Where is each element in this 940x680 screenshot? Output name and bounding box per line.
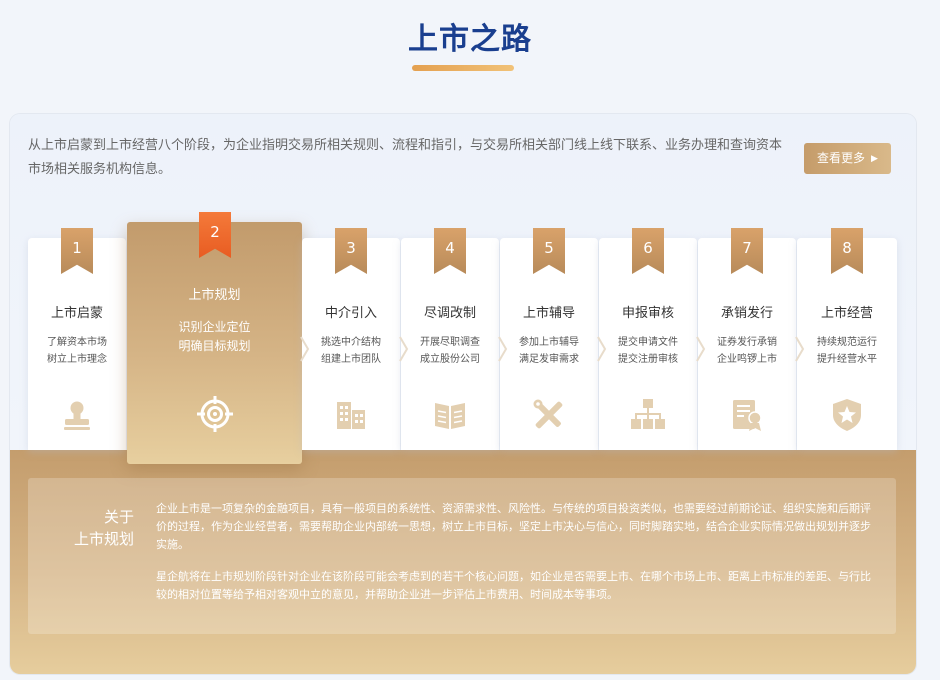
about-paragraph: 星企航将在上市规划阶段针对企业在该阶段可能会考虑到的若干个核心问题，如企业是否需… — [156, 570, 871, 601]
step-card-2-active[interactable]: 2 上市规划 识别企业定位 明确目标规划 — [127, 212, 302, 464]
step-desc-line: 挑选中介结构 — [321, 337, 381, 348]
step-card-7[interactable]: 7 承销发行 证券发行承销 企业鸣锣上市 — [696, 228, 796, 450]
step-desc: 识别企业定位 明确目标规划 — [127, 318, 302, 356]
about-text: 企业上市是一项复杂的金融项目，具有一般项目的系统性、资源需求性、风险性。与传统的… — [156, 500, 876, 618]
step-number-badge: 2 — [199, 212, 231, 258]
about-paragraph: 企业上市是一项复杂的金融项目，具有一般项目的系统性、资源需求性、风险性。与传统的… — [156, 502, 871, 551]
step-desc: 证券发行承销 企业鸣锣上市 — [698, 334, 796, 368]
title-underline — [412, 65, 514, 71]
step-desc-line: 企业鸣锣上市 — [717, 354, 777, 365]
step-desc-line: 参加上市辅导 — [519, 337, 579, 348]
about-title-line: 关于 — [103, 508, 134, 526]
step-desc-line: 证券发行承销 — [717, 337, 777, 348]
step-number-badge: 3 — [335, 228, 367, 274]
step-card-8[interactable]: 8 上市经营 持续规范运行 提升经营水平 — [795, 228, 897, 450]
about-title: 关于 上市规划 — [50, 506, 134, 550]
step-label: 上市启蒙 — [50, 306, 103, 321]
step-number-badge: 8 — [831, 228, 863, 274]
step-desc-line: 满足发审需求 — [519, 354, 579, 365]
step-desc-line: 了解资本市场 — [47, 337, 107, 348]
step-label: 承销发行 — [720, 306, 773, 321]
step-desc-line: 树立上市理念 — [47, 354, 107, 365]
step-desc: 持续规范运行 提升经营水平 — [797, 334, 897, 368]
step-desc-line: 成立股份公司 — [420, 354, 480, 365]
step-label: 尽调改制 — [423, 306, 476, 321]
step-card-1[interactable]: 1 上市启蒙 了解资本市场 树立上市理念 — [28, 228, 126, 450]
step-desc: 了解资本市场 树立上市理念 — [28, 334, 126, 368]
shield-star-icon — [833, 399, 861, 431]
about-title-line: 上市规划 — [73, 530, 134, 548]
target-icon — [197, 396, 233, 432]
step-desc-line: 识别企业定位 — [178, 320, 251, 334]
step-label: 申报审核 — [621, 306, 674, 321]
ipo-roadmap-panel: 从上市启蒙到上市经营八个阶段，为企业指明交易所相关规则、流程和指引，与交易所相关… — [10, 114, 916, 674]
step-number-badge: 1 — [61, 228, 93, 274]
page-title: 上市之路 — [408, 22, 532, 57]
step-desc: 提交申请文件 提交注册审核 — [599, 334, 697, 368]
step-desc-line: 开展尽职调查 — [420, 337, 480, 348]
step-card-4[interactable]: 4 尽调改制 开展尽职调查 成立股份公司 — [399, 228, 499, 450]
step-desc: 参加上市辅导 满足发审需求 — [500, 334, 598, 368]
tools-icon — [533, 399, 563, 429]
step-label: 中介引入 — [324, 306, 377, 321]
step-card-3[interactable]: 3 中介引入 挑选中介结构 组建上市团队 — [300, 228, 400, 450]
step-desc-line: 持续规范运行 — [817, 337, 877, 348]
about-planning-box: 关于 上市规划 企业上市是一项复杂的金融项目，具有一般项目的系统性、资源需求性、… — [28, 478, 896, 634]
certificate-icon — [733, 400, 762, 431]
step-number-badge: 5 — [533, 228, 565, 274]
step-desc-line: 组建上市团队 — [321, 354, 381, 365]
step-card-5[interactable]: 5 上市辅导 参加上市辅导 满足发审需求 — [498, 228, 598, 450]
step-number-badge: 6 — [632, 228, 664, 274]
step-card-6[interactable]: 6 申报审核 提交申请文件 提交注册审核 — [597, 228, 697, 450]
step-desc-line: 提升经营水平 — [817, 354, 877, 365]
step-desc-line: 明确目标规划 — [178, 339, 251, 353]
buildings-icon — [337, 402, 365, 429]
step-desc-line: 提交申请文件 — [618, 337, 678, 348]
step-label: 上市规划 — [188, 288, 241, 303]
step-label: 上市辅导 — [522, 306, 575, 321]
stamp-icon — [64, 401, 90, 430]
step-desc: 挑选中介结构 组建上市团队 — [302, 334, 400, 368]
org-chart-icon — [631, 399, 665, 429]
step-desc-line: 提交注册审核 — [618, 354, 678, 365]
view-more-label: 查看更多 — [817, 151, 866, 165]
step-desc: 开展尽职调查 成立股份公司 — [401, 334, 499, 368]
step-label: 上市经营 — [820, 306, 873, 321]
view-more-button[interactable]: 查看更多 ▶ — [804, 143, 891, 174]
intro-text: 从上市启蒙到上市经营八个阶段，为企业指明交易所相关规则、流程和指引，与交易所相关… — [28, 138, 783, 177]
play-arrow-icon: ▶ — [871, 154, 878, 164]
book-icon — [435, 403, 465, 429]
step-number-badge: 7 — [731, 228, 763, 274]
step-number-badge: 4 — [434, 228, 466, 274]
